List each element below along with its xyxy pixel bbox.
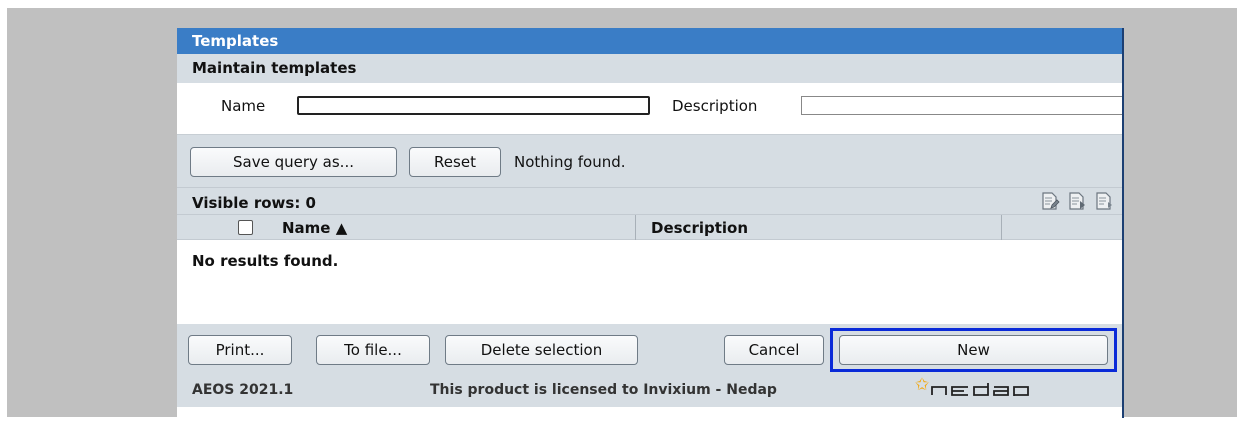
cancel-button[interactable]: Cancel: [724, 335, 824, 365]
window-title: Templates: [177, 28, 1122, 54]
rows-bar: Visible rows: 0: [177, 187, 1122, 214]
action-bar: Print... To file... Delete selection Can…: [177, 324, 1122, 372]
column-settings-icon[interactable]: [1094, 191, 1114, 215]
version-label: AEOS 2021.1: [192, 382, 294, 398]
section-title: Maintain templates: [177, 54, 1122, 83]
table-header: Name ▲ Description: [177, 214, 1122, 240]
reset-button[interactable]: Reset: [409, 147, 501, 177]
empty-results-message: No results found.: [192, 252, 339, 270]
export-list-icon[interactable]: [1067, 191, 1087, 215]
star-icon: ✩: [915, 375, 930, 395]
nedap-wordmark-icon: [931, 383, 1030, 396]
description-filter-label: Description: [672, 97, 758, 115]
column-header-description[interactable]: Description: [651, 219, 748, 237]
templates-panel: Templates Maintain templates Name Descri…: [177, 28, 1124, 418]
edit-list-icon[interactable]: [1040, 191, 1060, 215]
select-all-checkbox[interactable]: [238, 220, 253, 235]
filter-row: Name Description: [177, 83, 1122, 134]
visible-rows-count: Visible rows: 0: [192, 194, 316, 212]
license-text: This product is licensed to Invixium - N…: [430, 382, 777, 398]
description-filter-input[interactable]: [801, 96, 1122, 115]
column-divider[interactable]: [1001, 215, 1002, 240]
name-filter-label: Name: [221, 97, 266, 115]
name-filter-input[interactable]: [297, 96, 650, 115]
column-divider[interactable]: [635, 215, 636, 240]
footer: AEOS 2021.1 This product is licensed to …: [177, 372, 1122, 407]
nedap-logo-icon: ✩: [915, 375, 1050, 396]
query-bar: Save query as... Reset Nothing found.: [177, 134, 1122, 187]
column-header-name[interactable]: Name ▲: [282, 219, 347, 237]
list-toolbar: [1040, 191, 1114, 215]
save-query-button[interactable]: Save query as...: [190, 147, 397, 177]
delete-selection-button[interactable]: Delete selection: [445, 335, 638, 365]
query-status: Nothing found.: [514, 153, 626, 171]
results-area: No results found.: [177, 240, 1122, 324]
new-button[interactable]: New: [839, 335, 1108, 365]
to-file-button[interactable]: To file...: [316, 335, 430, 365]
print-button[interactable]: Print...: [188, 335, 292, 365]
